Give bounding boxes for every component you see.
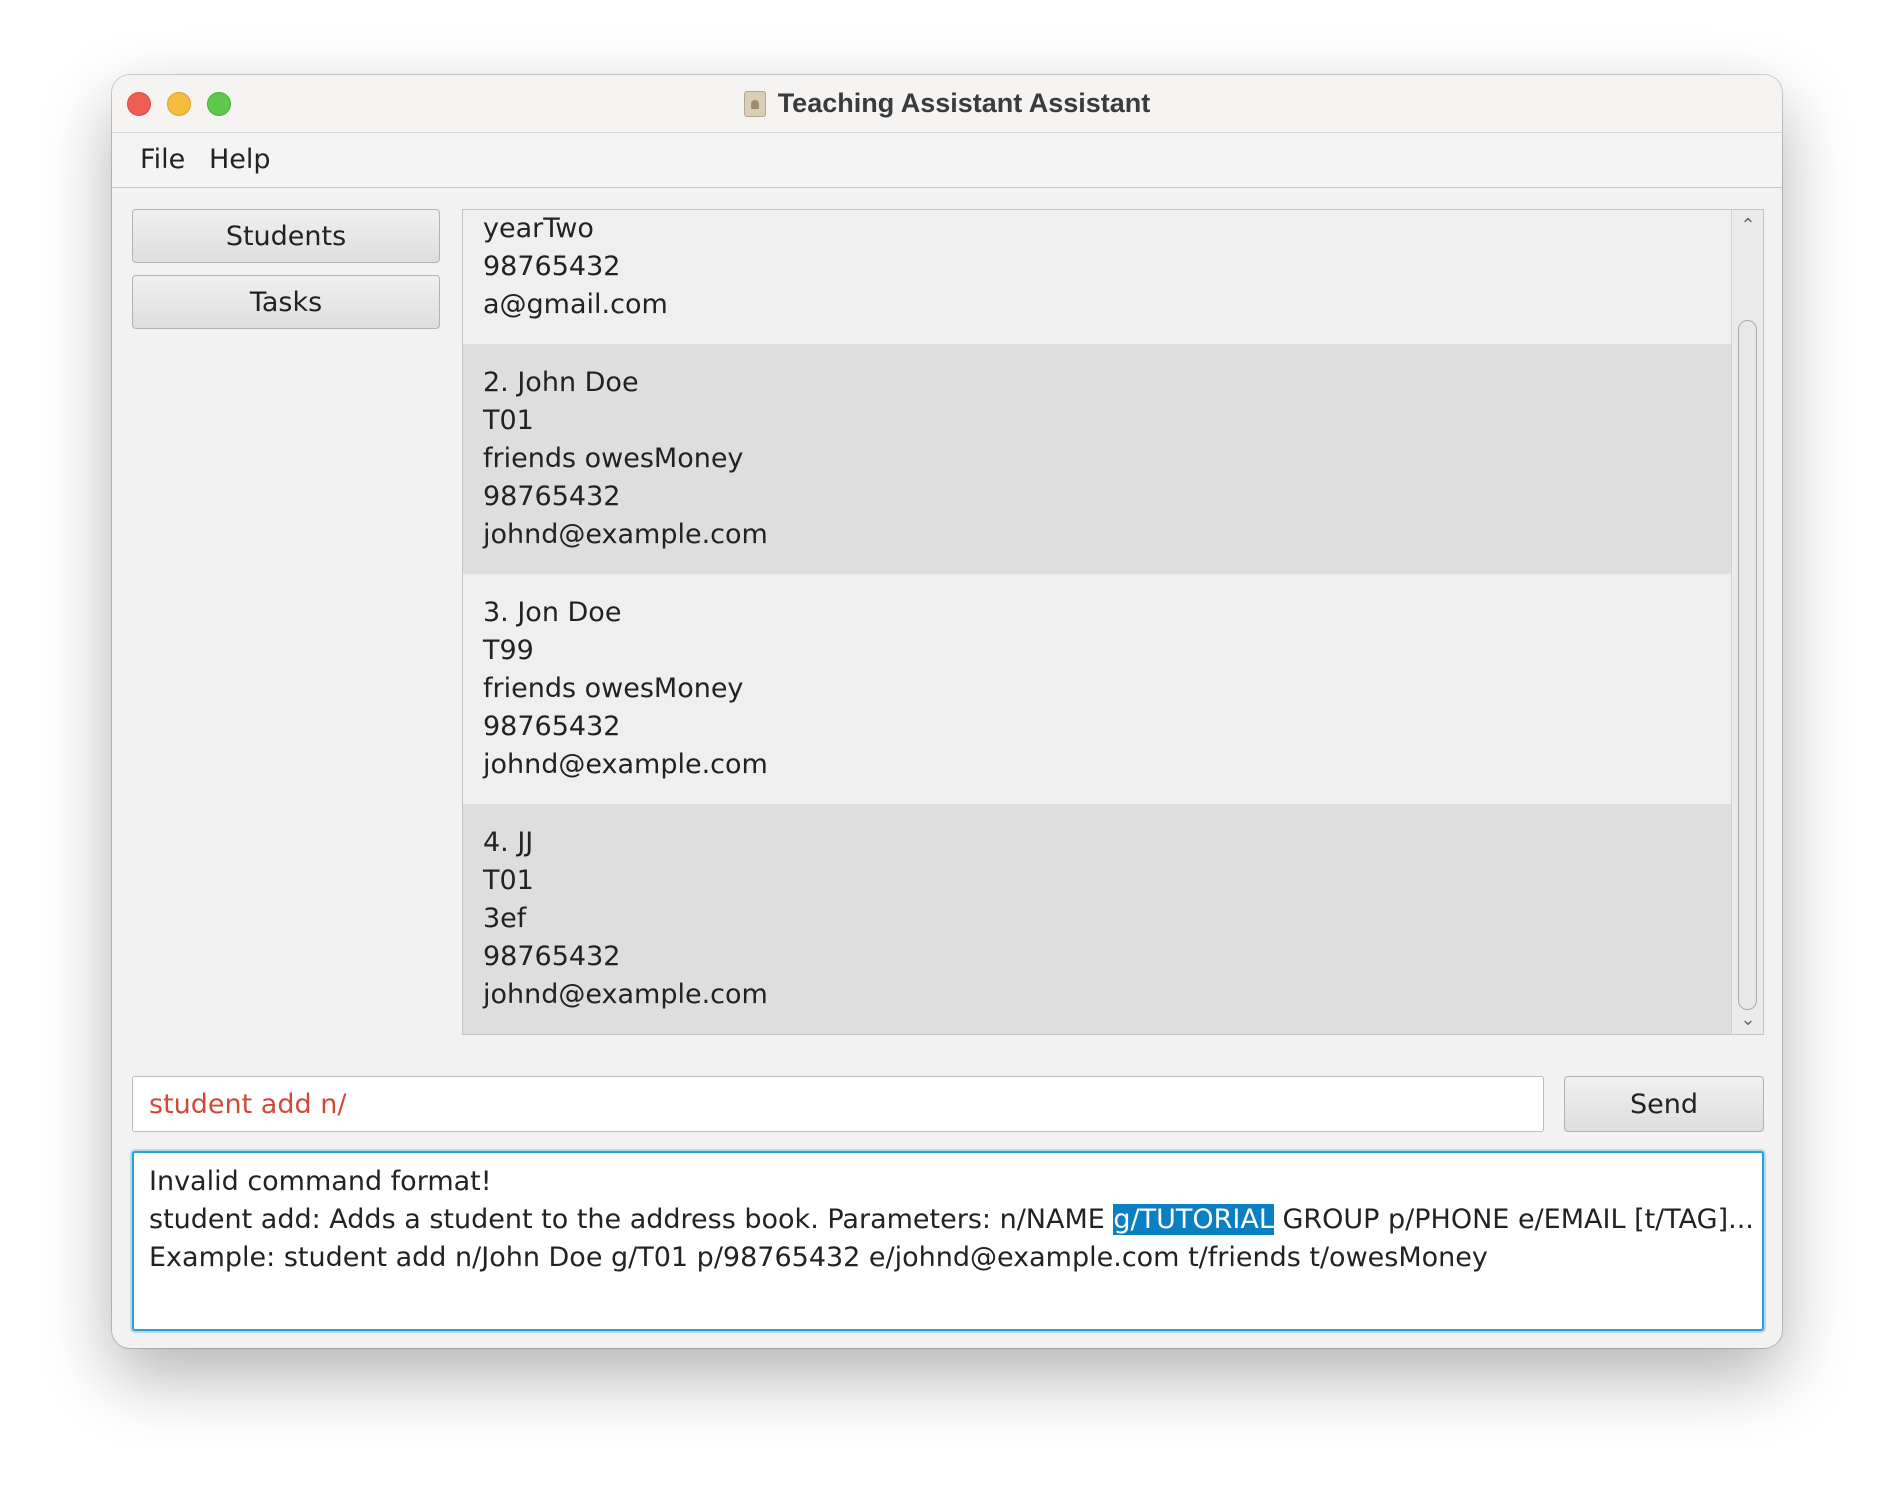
- student-tags: friends owesMoney: [483, 443, 744, 474]
- student-tag: yearTwo: [483, 213, 594, 244]
- result-line-error: Invalid command format!: [149, 1166, 492, 1197]
- student-email: johnd@example.com: [483, 979, 768, 1010]
- list-scrollbar[interactable]: ⌃ ⌄: [1731, 210, 1763, 1034]
- student-name: 4. JJ: [483, 827, 534, 858]
- student-email: a@gmail.com: [483, 289, 668, 320]
- student-phone: 98765432: [483, 941, 621, 972]
- usage-text-after: GROUP p/PHONE e/EMAIL [t/TAG]...: [1273, 1204, 1754, 1235]
- student-cards: yearTwo 98765432 a@gmail.com 2. John Doe…: [463, 210, 1731, 1034]
- student-name: 2. John Doe: [483, 367, 639, 398]
- student-group: T99: [483, 635, 534, 666]
- selected-text: g/TUTORIAL: [1113, 1204, 1274, 1235]
- student-phone: 98765432: [483, 481, 621, 512]
- send-button[interactable]: Send: [1564, 1076, 1764, 1132]
- result-display[interactable]: Invalid command format! student add: Add…: [132, 1151, 1764, 1331]
- student-card[interactable]: 2. John Doe T01 friends owesMoney 987654…: [463, 344, 1731, 574]
- student-phone: 98765432: [483, 251, 621, 282]
- scroll-thumb[interactable]: [1738, 320, 1757, 1010]
- student-email: johnd@example.com: [483, 749, 768, 780]
- student-card[interactable]: 4. JJ T01 3ef 98765432 johnd@example.com: [463, 804, 1731, 1034]
- window-title: Teaching Assistant Assistant: [112, 75, 1782, 132]
- scroll-up-icon[interactable]: ⌃: [1732, 212, 1763, 238]
- title-bar: Teaching Assistant Assistant: [112, 75, 1782, 133]
- student-email: johnd@example.com: [483, 519, 768, 550]
- command-input[interactable]: student add n/: [132, 1076, 1544, 1132]
- result-line-example: Example: student add n/John Doe g/T01 p/…: [149, 1242, 1488, 1273]
- usage-text-before: student add: Adds a student to the addre…: [149, 1204, 1114, 1235]
- student-phone: 98765432: [483, 711, 621, 742]
- app-window: Teaching Assistant Assistant File Help S…: [112, 75, 1782, 1348]
- window-title-text: Teaching Assistant Assistant: [777, 88, 1151, 118]
- menu-bar: File Help: [112, 133, 1782, 188]
- student-card[interactable]: yearTwo 98765432 a@gmail.com: [463, 210, 1731, 344]
- tasks-button[interactable]: Tasks: [132, 275, 440, 329]
- menu-file[interactable]: File: [132, 144, 193, 175]
- student-list[interactable]: yearTwo 98765432 a@gmail.com 2. John Doe…: [462, 209, 1764, 1035]
- student-name: 3. Jon Doe: [483, 597, 622, 628]
- scroll-down-icon[interactable]: ⌄: [1732, 1006, 1763, 1032]
- student-tags: friends owesMoney: [483, 673, 744, 704]
- students-button[interactable]: Students: [132, 209, 440, 263]
- student-group: T01: [483, 405, 534, 436]
- result-line-usage: student add: Adds a student to the addre…: [149, 1201, 1754, 1239]
- student-card[interactable]: 3. Jon Doe T99 friends owesMoney 9876543…: [463, 574, 1731, 804]
- app-icon: [743, 90, 766, 117]
- student-group: T01: [483, 865, 534, 896]
- menu-help[interactable]: Help: [201, 144, 279, 175]
- student-tags: 3ef: [483, 903, 527, 934]
